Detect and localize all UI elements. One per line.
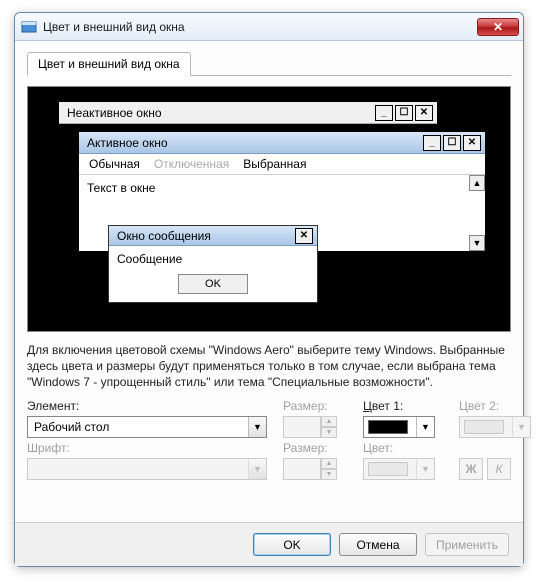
color1-swatch (368, 420, 408, 434)
tab-bar: Цвет и внешний вид окна (27, 51, 511, 76)
preview-msg-ok: OK (178, 274, 248, 294)
font-color-picker: ▼ (363, 458, 435, 480)
element-combobox[interactable]: Рабочий стол ▼ (27, 416, 267, 438)
description-text: Для включения цветовой схемы "Windows Ae… (27, 342, 511, 391)
label-font-size: Размер: (283, 441, 347, 455)
element-size-input (283, 416, 321, 438)
font-size-input (283, 458, 321, 480)
label-font: Шрифт: (27, 441, 267, 455)
color2-swatch (464, 420, 504, 434)
chevron-down-icon: ▼ (416, 459, 434, 479)
label-color1: Цвет 1: (363, 399, 443, 413)
preview-active-title: Активное окно (87, 136, 423, 150)
tab-label: Цвет и внешний вид окна (38, 57, 180, 71)
close-icon: ✕ (463, 135, 481, 151)
preview-window-text: Текст в окне (87, 181, 155, 195)
element-size-spinner: ▲▼ (283, 416, 337, 438)
window-title: Цвет и внешний вид окна (43, 20, 477, 34)
spin-up-icon: ▲ (321, 416, 337, 427)
font-combobox: ▼ (27, 458, 267, 480)
spin-up-icon: ▲ (321, 458, 337, 469)
preview-inactive-window: Неактивное окно _ ☐ ✕ (58, 101, 438, 125)
minimize-icon: _ (423, 135, 441, 151)
scroll-up-icon: ▲ (469, 175, 485, 191)
preview-inactive-title: Неактивное окно (67, 106, 375, 120)
dialog-footer: OK Отмена Применить (15, 522, 523, 566)
close-icon: ✕ (415, 105, 433, 121)
chevron-down-icon: ▼ (248, 459, 266, 479)
minimize-icon: _ (375, 105, 393, 121)
ok-button[interactable]: OK (253, 533, 331, 556)
maximize-icon: ☐ (443, 135, 461, 151)
chevron-down-icon: ▼ (248, 417, 266, 437)
preview-msg-title: Окно сообщения (117, 229, 295, 243)
apply-button: Применить (425, 533, 509, 556)
label-size: Размер: (283, 399, 347, 413)
titlebar: Цвет и внешний вид окна ✕ (15, 13, 523, 41)
color2-picker: ▼ (459, 416, 531, 438)
preview-msg-text: Сообщение (109, 246, 317, 270)
italic-button: К (487, 458, 511, 480)
element-value: Рабочий стол (34, 420, 109, 434)
dialog-window: Цвет и внешний вид окна ✕ Цвет и внешний… (14, 12, 524, 567)
chevron-down-icon: ▼ (512, 417, 530, 437)
close-button[interactable]: ✕ (477, 18, 519, 36)
preview-message-box: Окно сообщения ✕ Сообщение OK (108, 225, 318, 303)
fields-grid: Элемент: Размер: Цвет 1: Цвет 2: Рабочий… (27, 399, 511, 480)
label-font-color: Цвет: (363, 441, 443, 455)
preview-active-titlebar: Активное окно _ ☐ ✕ (79, 132, 485, 154)
preview-pane: Неактивное окно _ ☐ ✕ Активное окно _ ☐ … (27, 86, 511, 332)
label-element: Элемент: (27, 399, 267, 413)
content-area: Цвет и внешний вид окна Неактивное окно … (15, 41, 523, 488)
font-color-swatch (368, 462, 408, 476)
label-color2: Цвет 2: (459, 399, 519, 413)
preview-menu-selected: Выбранная (243, 157, 306, 171)
maximize-icon: ☐ (395, 105, 413, 121)
preview-inactive-titlebar: Неактивное окно _ ☐ ✕ (59, 102, 437, 124)
preview-menu-normal: Обычная (89, 157, 140, 171)
close-icon: ✕ (493, 20, 503, 34)
bold-button: Ж (459, 458, 483, 480)
preview-menu-disabled: Отключенная (154, 157, 229, 171)
close-icon: ✕ (295, 228, 313, 244)
cancel-button[interactable]: Отмена (339, 533, 417, 556)
scroll-down-icon: ▼ (469, 235, 485, 251)
spin-down-icon: ▼ (321, 427, 337, 438)
preview-msg-titlebar: Окно сообщения ✕ (109, 226, 317, 246)
color1-picker[interactable]: ▼ (363, 416, 435, 438)
preview-menu: Обычная Отключенная Выбранная (79, 154, 485, 175)
tab-appearance[interactable]: Цвет и внешний вид окна (27, 52, 191, 76)
font-size-spinner: ▲▼ (283, 458, 337, 480)
app-icon (21, 19, 37, 35)
font-style-buttons: Ж К (459, 458, 519, 480)
chevron-down-icon: ▼ (416, 417, 434, 437)
spin-down-icon: ▼ (321, 469, 337, 480)
